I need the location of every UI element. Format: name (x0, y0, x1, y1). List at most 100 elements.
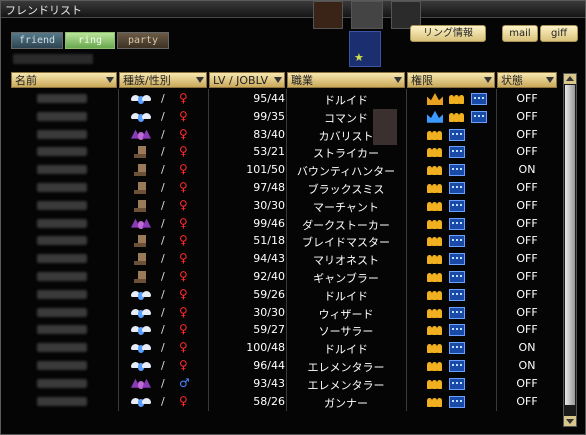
job-name: マーチャント (313, 200, 379, 214)
member-row[interactable]: / ♀ 101/50 バウンティハンター ON (11, 161, 557, 179)
level-value: 30/30 (253, 305, 285, 319)
female-icon: ♀ (179, 268, 188, 283)
scrollbar[interactable] (563, 73, 577, 427)
separator: / (161, 287, 165, 301)
level-value: 51/18 (253, 234, 285, 248)
member-row[interactable]: / ♀ 99/46 ダークストーカー OFF (11, 215, 557, 233)
column-header-race-sex[interactable]: 種族/性別 (119, 72, 207, 88)
people-icon (427, 378, 443, 390)
status-value: OFF (516, 127, 538, 141)
chat-icon (449, 164, 465, 177)
separator: / (161, 145, 165, 159)
wing-white-race-icon (129, 395, 155, 408)
female-icon: ♀ (179, 286, 188, 301)
member-row[interactable]: / ♂ 93/43 エレメンタラー OFF (11, 375, 557, 393)
scrollbar-thumb[interactable] (565, 85, 575, 405)
wing-white-race-icon (129, 306, 155, 319)
permission-icons (417, 288, 505, 302)
level-value: 96/44 (253, 358, 285, 372)
job-name: カバリスト (318, 129, 374, 143)
member-row[interactable]: / ♀ 96/44 エレメンタラー ON (11, 357, 557, 375)
boot-race-icon (129, 252, 155, 266)
column-header-status[interactable]: 状態 (497, 72, 557, 88)
job-name: ブラックスミス (307, 182, 385, 196)
separator: / (161, 163, 165, 177)
chat-icon (449, 324, 465, 337)
chat-icon (449, 128, 465, 141)
female-icon: ♀ (179, 357, 188, 372)
member-row[interactable]: / ♀ 94/43 マリオネスト OFF (11, 250, 557, 268)
column-header-label: LV / JOBLV (213, 74, 269, 87)
permission-icons (417, 128, 505, 142)
tab-friend[interactable]: friend (11, 32, 63, 49)
chat-icon (449, 342, 465, 355)
gift-button[interactable]: giff (540, 25, 578, 42)
status-value: ON (518, 358, 536, 372)
mail-button[interactable]: mail (502, 25, 538, 42)
member-row[interactable]: / ♀ 99/35 コマンド OFF (11, 108, 557, 126)
column-header-name[interactable]: 名前 (11, 72, 117, 88)
member-row[interactable]: / ♀ 92/40 ギャンブラー OFF (11, 268, 557, 286)
member-name-blurred (37, 165, 87, 175)
member-row[interactable]: / ♀ 59/26 ドルイド OFF (11, 286, 557, 304)
star-icon: ★ (354, 51, 364, 64)
people-icon (427, 324, 443, 336)
status-value: OFF (516, 234, 538, 248)
member-row[interactable]: / ♀ 59/27 ソーサラー OFF (11, 321, 557, 339)
boot-race-icon (129, 181, 155, 194)
chat-icon (471, 93, 487, 105)
separator: / (161, 323, 165, 337)
wing-white-race-icon (129, 359, 155, 372)
member-row[interactable]: / ♀ 30/30 ウィザード OFF (11, 304, 557, 322)
member-row[interactable]: / ♀ 51/18 ブレイドマスター OFF (11, 232, 557, 250)
people-icon (427, 235, 443, 247)
level-value: 58/26 (253, 394, 285, 408)
column-header-label: 状態 (501, 74, 523, 87)
column-header-level[interactable]: LV / JOBLV (209, 72, 285, 88)
chat-icon (449, 146, 465, 159)
column-header-permission[interactable]: 権限 (407, 72, 495, 88)
ring-name-blurred (13, 54, 93, 64)
people-icon (427, 360, 443, 372)
tab-ring[interactable]: ring (65, 32, 115, 49)
level-value: 53/21 (253, 145, 285, 159)
scroll-up-icon[interactable] (564, 74, 576, 84)
boot-race-icon (129, 270, 155, 283)
people-icon (427, 218, 443, 230)
status-value: OFF (516, 92, 538, 105)
permission-icons (417, 199, 505, 213)
chat-icon (449, 288, 465, 301)
member-row[interactable]: / ♀ 83/40 カバリスト OFF (11, 126, 557, 144)
scroll-down-icon[interactable] (564, 416, 576, 426)
status-value: OFF (516, 145, 538, 159)
column-header-label: 職業 (291, 74, 313, 87)
column-header-job[interactable]: 職業 (287, 72, 405, 88)
female-icon: ♀ (179, 340, 188, 355)
status-value: OFF (516, 109, 538, 123)
chat-icon (449, 253, 465, 266)
member-row[interactable]: / ♀ 97/48 ブラックスミス OFF (11, 179, 557, 197)
member-row[interactable]: / ♀ 95/44 ドルイド OFF (11, 90, 557, 108)
title-bar[interactable]: フレンドリスト (1, 1, 585, 18)
permission-icons (417, 252, 505, 266)
job-name: エレメンタラー (307, 378, 385, 392)
member-name-blurred (37, 378, 87, 388)
female-icon: ♀ (179, 304, 188, 319)
job-name: ガンナー (324, 396, 368, 410)
tab-party[interactable]: party (117, 32, 169, 49)
female-icon: ♀ (179, 108, 188, 123)
status-value: OFF (516, 323, 538, 337)
member-row[interactable]: / ♀ 53/21 ストライカー OFF (11, 143, 557, 161)
member-row[interactable]: / ♀ 100/48 ドルイド ON (11, 339, 557, 357)
people-icon (427, 146, 443, 158)
member-row[interactable]: / ♀ 30/30 マーチャント OFF (11, 197, 557, 215)
people-icon (427, 342, 443, 354)
female-icon: ♀ (179, 322, 188, 337)
boot-race-icon (129, 199, 155, 212)
member-row[interactable]: / ♀ 58/26 ガンナー OFF (11, 393, 557, 411)
ring-info-button[interactable]: リング情報 (410, 25, 486, 42)
permission-icons (417, 359, 505, 373)
status-value: ON (518, 163, 536, 177)
female-icon: ♀ (179, 144, 188, 159)
member-list: / ♀ 95/44 ドルイド OFF / ♀ 99/35 コマンド OFF / ♀ 83/40 カバリスト… (11, 90, 557, 410)
